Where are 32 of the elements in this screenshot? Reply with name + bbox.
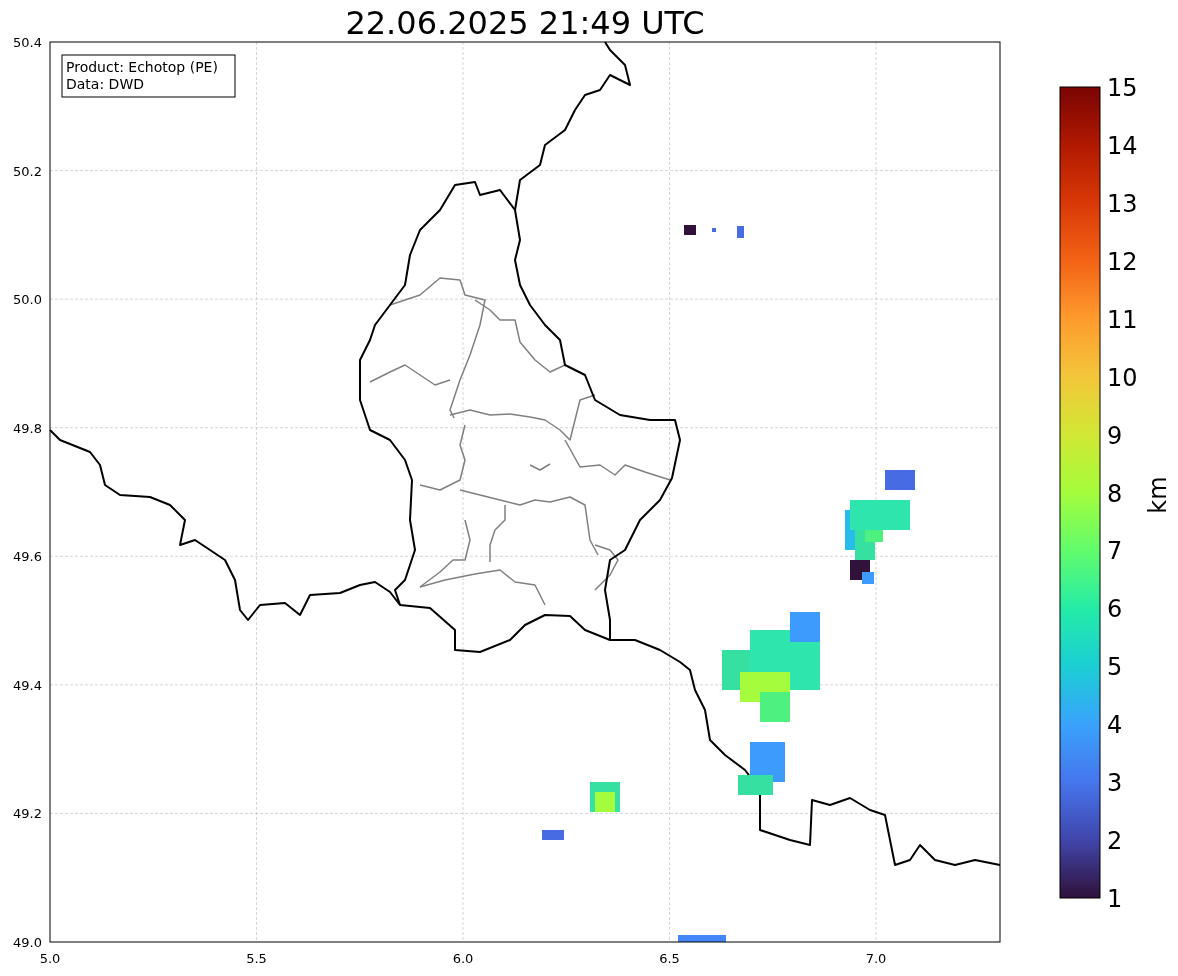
info-text: Data: DWD [66, 76, 144, 92]
colorbar-tick-label: 3 [1107, 769, 1123, 798]
y-tick-label: 49.0 [13, 935, 42, 950]
colorbar-tick-label: 14 [1107, 131, 1138, 160]
colorbar-tick-label: 11 [1107, 305, 1138, 334]
x-tick-label: 5.0 [39, 951, 61, 966]
y-tick-label: 49.4 [13, 677, 42, 693]
colorbar-tick-label: 4 [1107, 711, 1123, 740]
colorbar-tick-label: 6 [1107, 595, 1123, 624]
x-tick-label: 7.0 [865, 951, 887, 966]
y-tick-label: 49.2 [13, 806, 42, 822]
y-tick-label: 49.6 [13, 549, 42, 565]
colorbar-tick-label: 12 [1107, 247, 1138, 276]
y-tick-label: 50.4 [13, 35, 42, 50]
x-tick-label: 5.5 [246, 951, 267, 966]
colorbar-tick-label: 7 [1107, 537, 1123, 566]
colorbar-tick-label: 15 [1107, 74, 1138, 102]
colorbar-tick-label: 2 [1107, 827, 1123, 856]
x-tick-label: 6.0 [452, 951, 474, 966]
info-text: Product: Echotop (PE) [66, 59, 218, 75]
chart-title: 22.06.2025 21:49 UTC [345, 4, 705, 42]
colorbar-tick-label: 5 [1107, 653, 1123, 682]
colorbar-label: km [1144, 476, 1172, 514]
colorbar-tick-label: 8 [1107, 479, 1123, 508]
x-tick-label: 6.5 [659, 951, 680, 966]
colorbar-tick-label: 10 [1107, 363, 1138, 392]
y-tick-label: 49.8 [13, 420, 42, 436]
colorbar-tick-label: 9 [1107, 421, 1123, 450]
y-tick-label: 50.0 [13, 292, 42, 308]
colorbar-tick-label: 1 [1107, 885, 1123, 913]
y-tick-label: 50.2 [13, 163, 42, 179]
colorbar-tick-label: 13 [1107, 189, 1138, 218]
